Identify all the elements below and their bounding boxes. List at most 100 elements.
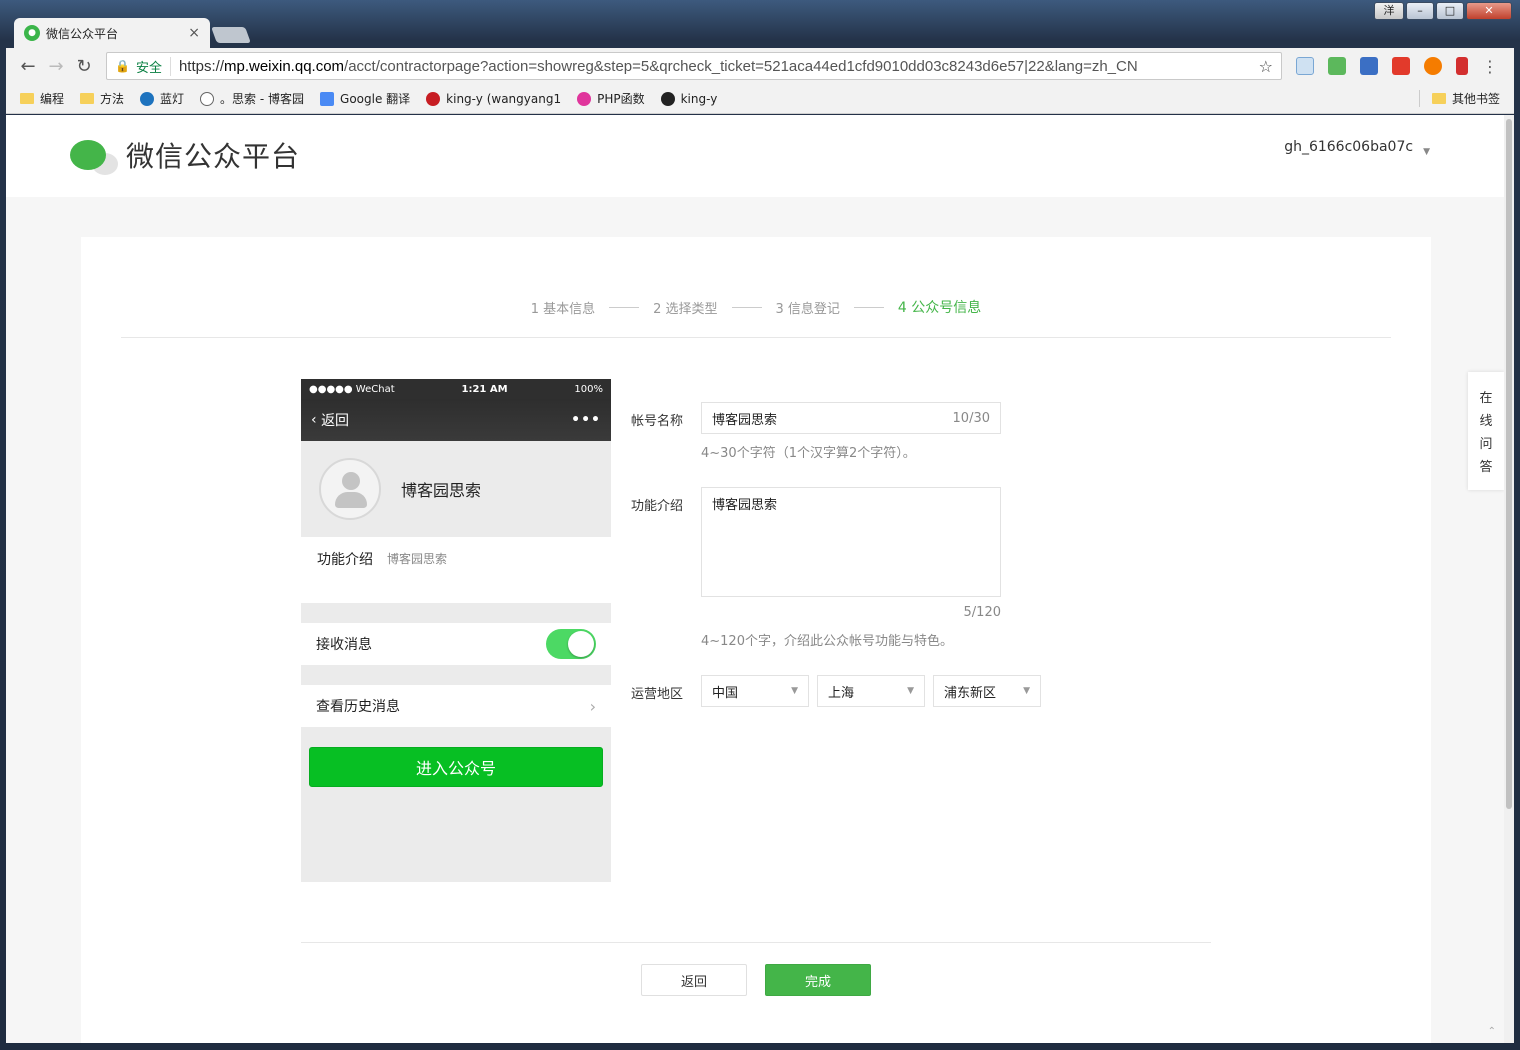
step-1: 1 基本信息 [530, 301, 596, 317]
bookmark-item[interactable]: PHP函数 [577, 90, 645, 107]
phone-time: 1:21 AM [461, 383, 508, 395]
profile-block: 博客园思索 [301, 441, 611, 537]
folder-icon [20, 93, 34, 104]
translate-icon [320, 91, 335, 106]
address-bar[interactable]: 🔒 安全 https://mp.weixin.qq.com/acct/contr… [106, 52, 1282, 80]
bookmark-item[interactable]: 蓝灯 [140, 90, 184, 107]
logo[interactable]: 微信公众平台 [70, 135, 300, 175]
divider [301, 942, 1211, 943]
account-id: gh_6166c06ba07c [1284, 139, 1414, 155]
folder-icon [1431, 93, 1446, 104]
forward-icon[interactable]: → [42, 56, 70, 77]
secure-label: 安全 [136, 56, 171, 76]
enter-account-button: 进入公众号 [309, 747, 603, 787]
profile-badge[interactable]: 洋 [1374, 2, 1404, 20]
back-chevron-icon: ‹ [311, 412, 322, 428]
other-bookmarks[interactable]: 其他书签 [1418, 90, 1500, 107]
minimize-button[interactable]: – [1406, 2, 1434, 20]
bookmark-item[interactable]: 。思索 - 博客园 [200, 90, 304, 107]
avatar [319, 458, 381, 520]
page-content: 微信公众平台 gh_6166c06ba07c ▼ 1 基本信息 2 选择类型 3… [6, 115, 1504, 1043]
account-info-form: 帐号名称 博客园思索 10/30 4~30个字符（1个汉字算2个字符）。 功能介… [631, 402, 1049, 707]
district-select[interactable]: 浦东新区 ▼ [933, 675, 1041, 707]
back-to-top-icon[interactable]: ⌃ [1488, 1026, 1496, 1037]
url-text[interactable]: https://mp.weixin.qq.com/acct/contractor… [179, 58, 1138, 75]
tab-title: 微信公众平台 [46, 26, 119, 41]
phone-back-label: 返回 [321, 413, 350, 429]
history-row: 查看历史消息 › [301, 685, 611, 727]
link-extension-icon[interactable] [1296, 57, 1314, 75]
carrier: ●●●●● WeChat [309, 383, 395, 395]
bookmark-item[interactable]: 方法 [80, 90, 124, 107]
close-window-button[interactable]: ✕ [1466, 2, 1512, 20]
wechat-logo-icon [70, 140, 106, 170]
more-icon: ••• [571, 412, 601, 428]
step-separator [609, 306, 640, 308]
browser-toolbar: ← → ↻ 🔒 安全 https://mp.weixin.qq.com/acct… [6, 48, 1514, 84]
lantern-icon [140, 91, 155, 106]
github-icon [660, 91, 675, 106]
bookmark-star-icon[interactable]: ☆ [1259, 57, 1273, 76]
scrollbar[interactable] [1504, 115, 1514, 1043]
receive-toggle [546, 629, 596, 659]
country-select[interactable]: 中国 ▼ [701, 675, 809, 707]
bookmarks-bar: 编程 方法 蓝灯 。思索 - 博客园 Google 翻译 king-y (wan… [6, 84, 1514, 114]
online-help-tab[interactable]: 在线问答 [1468, 372, 1504, 490]
download-extension-icon[interactable] [1456, 57, 1468, 75]
extensions [1296, 57, 1468, 75]
back-icon[interactable]: ← [14, 56, 42, 77]
dropdown-arrow-icon: ▼ [907, 686, 914, 696]
gitee-icon [426, 91, 441, 106]
bookmark-item[interactable]: king-y [660, 91, 717, 106]
site-header: 微信公众平台 gh_6166c06ba07c ▼ [6, 115, 1504, 197]
name-counter: 10/30 [952, 410, 990, 426]
puzzle-extension-icon[interactable] [1328, 57, 1346, 75]
folder-icon [80, 93, 95, 104]
preview-name: 博客园思索 [401, 481, 482, 500]
wechat-favicon-icon: ● [24, 25, 40, 41]
help-extension-icon[interactable] [1424, 57, 1442, 75]
intro-textarea[interactable]: 博客园思索 [701, 487, 1001, 597]
region-label: 运营地区 [631, 687, 684, 702]
cnblogs-icon [200, 91, 215, 106]
intro-counter: 5/120 [963, 605, 1001, 620]
name-hint: 4~30个字符（1个汉字算2个字符）。 [701, 446, 916, 461]
bookmark-item[interactable]: Google 翻译 [320, 90, 410, 107]
lock-icon: 🔒 [115, 59, 130, 73]
step-3: 3 信息登记 [775, 301, 840, 317]
done-button[interactable]: 完成 [765, 964, 871, 996]
divider [121, 337, 1391, 338]
caret-down-icon: ▼ [1423, 147, 1430, 157]
save-extension-icon[interactable] [1360, 57, 1378, 75]
bookmark-item[interactable]: 编程 [20, 90, 64, 107]
step-separator [853, 306, 884, 308]
back-button[interactable]: 返回 [641, 964, 747, 996]
new-tab-button[interactable] [211, 27, 251, 43]
brand-title: 微信公众平台 [126, 140, 301, 173]
php-icon [577, 91, 592, 106]
browser-tab[interactable]: ● 微信公众平台 × [14, 18, 210, 48]
chevron-right-icon: › [589, 696, 596, 716]
tab-close-icon[interactable]: × [188, 25, 200, 41]
preview-intro-label: 功能介绍 [317, 552, 373, 568]
step-indicator: 1 基本信息 2 选择类型 3 信息登记 4 公众号信息 [81, 297, 1431, 317]
bookmark-item[interactable]: king-y (wangyang1 [426, 91, 561, 106]
account-name-input[interactable]: 博客园思索 10/30 [701, 402, 1001, 434]
dropdown-arrow-icon: ▼ [791, 686, 798, 696]
phone-navbar: ‹ 返回 ••• [301, 399, 611, 441]
receive-messages-row: 接收消息 [301, 623, 611, 665]
browser-menu-icon[interactable]: ⋮ [1482, 57, 1498, 76]
fe-extension-icon[interactable] [1392, 57, 1410, 75]
step-2: 2 选择类型 [653, 301, 718, 317]
reload-icon[interactable]: ↻ [70, 56, 98, 77]
preview-intro-value: 博客园思索 [387, 552, 448, 566]
maximize-button[interactable]: □ [1436, 2, 1464, 20]
province-select[interactable]: 上海 ▼ [817, 675, 925, 707]
dropdown-arrow-icon: ▼ [1023, 686, 1030, 696]
phone-status-bar: ●●●●● WeChat 1:21 AM 100% [301, 379, 611, 399]
name-label: 帐号名称 [631, 414, 684, 429]
registration-card: 1 基本信息 2 选择类型 3 信息登记 4 公众号信息 ●●●●● WeCha… [81, 237, 1431, 1043]
account-menu[interactable]: gh_6166c06ba07c ▼ [1284, 137, 1430, 157]
window-controls: 洋 – □ ✕ [1374, 2, 1512, 20]
step-4-active: 4 公众号信息 [897, 300, 982, 316]
